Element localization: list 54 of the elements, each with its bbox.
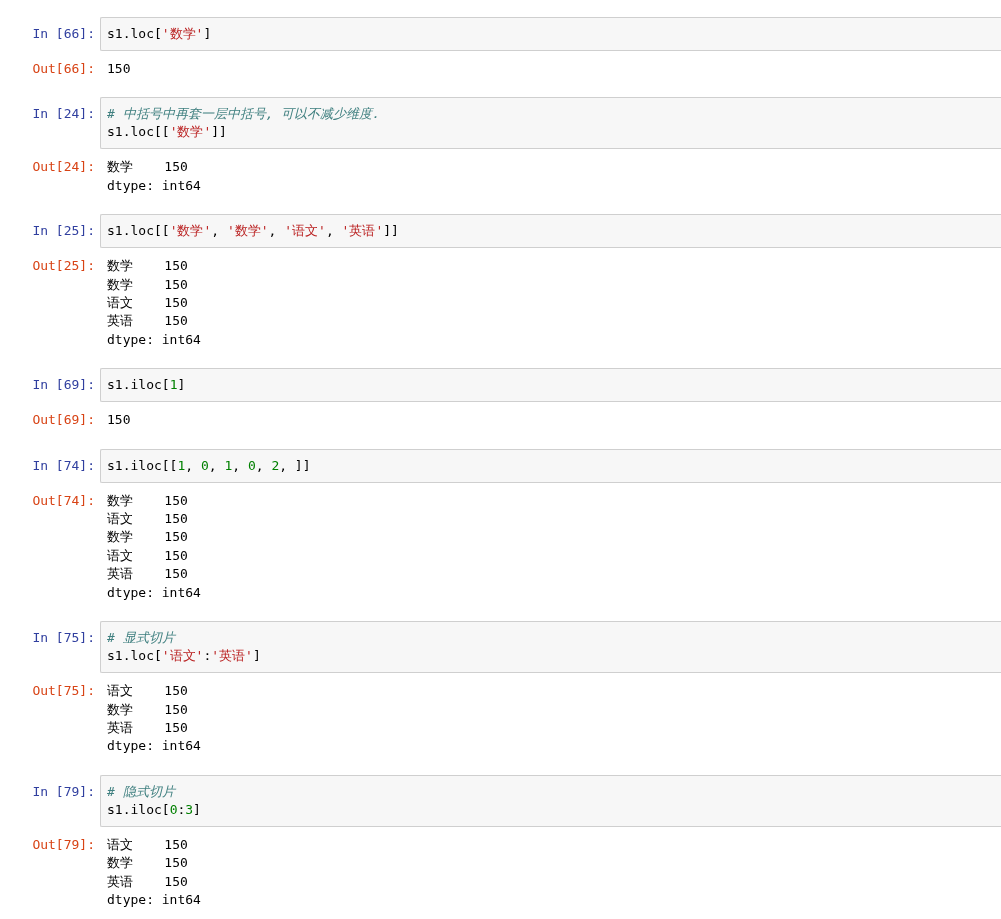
output-line: dtype: int64 <box>107 330 201 349</box>
input-prompt: In [79]: <box>31 782 96 801</box>
output-line: 数学 150 <box>107 528 189 547</box>
output-line: 英语 150 <box>107 872 189 891</box>
output-line: 数学 150 <box>107 700 189 719</box>
output-line: dtype: int64 <box>107 583 201 602</box>
code-line: s1.loc['数学'] <box>107 25 213 43</box>
code-line: s1.iloc[1] <box>107 376 187 395</box>
output-line: 语文 150 <box>107 510 189 529</box>
output-prompt: Out[79]: <box>31 835 96 854</box>
code-line: # 隐式切片 <box>107 782 177 801</box>
output-prompt: Out[69]: <box>31 411 96 430</box>
output-line: 英语 150 <box>107 718 189 737</box>
output-prompt: Out[25]: <box>31 257 96 276</box>
output-line: 英语 150 <box>107 312 189 331</box>
output-prompt: Out[75]: <box>31 682 96 701</box>
input-prompt: In [75]: <box>31 629 96 648</box>
output-line: 数学 150 <box>107 491 189 510</box>
code-line: s1.loc[['数学', '数学', '语文', '英语']] <box>107 222 400 241</box>
code-line: s1.iloc[[1, 0, 1, 0, 2, ]] <box>107 456 312 475</box>
code-input[interactable]: s1.iloc[1] <box>100 368 1001 403</box>
output-line: dtype: int64 <box>107 890 201 909</box>
output-line: 数学 150 <box>107 257 189 276</box>
output-line: dtype: int64 <box>107 737 201 756</box>
output-line: 语文 150 <box>107 682 189 701</box>
output-prompt: Out[74]: <box>31 491 96 510</box>
output-prompt: Out[24]: <box>31 158 96 177</box>
output-line: 英语 150 <box>107 565 189 584</box>
code-input[interactable]: # 显式切片 s1.loc['语文':'英语'] <box>100 621 1001 674</box>
code-line: s1.loc['语文':'英语'] <box>107 647 262 666</box>
input-prompt: In [25]: <box>31 222 96 241</box>
code-line: # 显式切片 <box>107 629 177 648</box>
code-line: s1.loc[['数学']] <box>107 123 228 142</box>
code-input[interactable]: s1.iloc[[1, 0, 1, 0, 2, ]] <box>100 448 1001 483</box>
code-input[interactable]: # 隐式切片 s1.iloc[0:3] <box>100 774 1001 827</box>
input-prompt: In [66]: <box>31 25 96 43</box>
code-line: s1.iloc[0:3] <box>107 800 202 819</box>
output-line: 150 <box>107 60 131 78</box>
input-prompt: In [74]: <box>31 456 96 475</box>
output-line: 数学 150 <box>107 158 189 177</box>
output-line: 150 <box>107 411 131 430</box>
code-input[interactable]: # 中括号中再套一层中括号, 可以不减少维度. s1.loc[['数学']] <box>100 97 1001 150</box>
code-line: # 中括号中再套一层中括号, 可以不减少维度. <box>107 105 382 124</box>
output-line: 数学 150 <box>107 275 189 294</box>
output-line: 数学 150 <box>107 854 189 873</box>
code-input[interactable]: s1.loc[['数学', '数学', '语文', '英语']] <box>100 214 1001 249</box>
output-line: 语文 150 <box>107 546 189 565</box>
output-line: 语文 150 <box>107 294 189 313</box>
output-line: 语文 150 <box>107 835 189 854</box>
input-prompt: In [24]: <box>31 105 96 124</box>
output-prompt: Out[66]: <box>31 60 96 78</box>
output-line: dtype: int64 <box>107 176 201 195</box>
code-input[interactable]: s1.loc['数学'] <box>100 17 1001 51</box>
input-prompt: In [69]: <box>31 376 96 395</box>
